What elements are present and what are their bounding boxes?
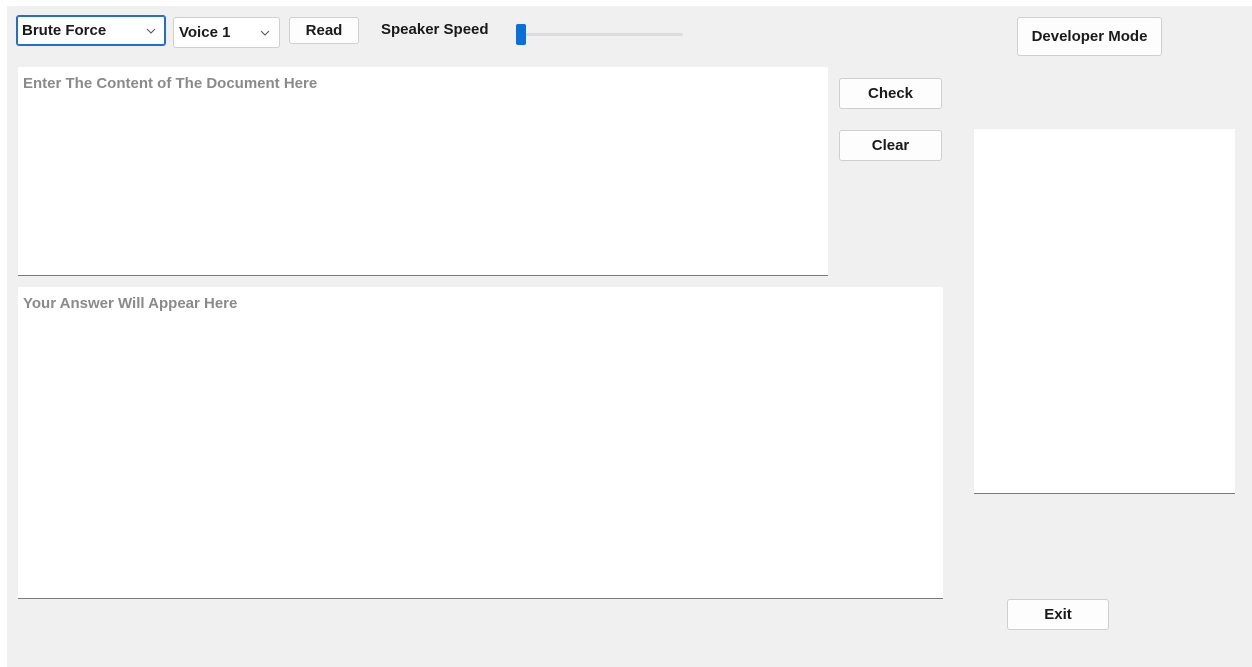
- app-window: Brute Force Voice 1 Read Speaker Speed D…: [7, 6, 1252, 667]
- side-output-panel: [974, 129, 1235, 494]
- answer-output: Your Answer Will Appear Here: [18, 287, 943, 599]
- voice-select-value: Voice 1: [179, 24, 231, 41]
- document-input[interactable]: Enter The Content of The Document Here: [18, 67, 828, 276]
- developer-mode-button[interactable]: Developer Mode: [1017, 17, 1162, 56]
- speaker-speed-label: Speaker Speed: [381, 21, 489, 38]
- chevron-down-icon: [143, 28, 159, 34]
- algorithm-select[interactable]: Brute Force: [16, 15, 166, 46]
- read-button[interactable]: Read: [289, 17, 359, 44]
- speaker-speed-slider[interactable]: [516, 24, 683, 45]
- algorithm-select-value: Brute Force: [22, 22, 107, 39]
- exit-button[interactable]: Exit: [1007, 599, 1109, 630]
- slider-thumb[interactable]: [516, 24, 526, 45]
- voice-select[interactable]: Voice 1: [173, 17, 280, 48]
- check-button[interactable]: Check: [839, 78, 942, 109]
- chevron-down-icon: [257, 30, 273, 36]
- slider-track: [516, 33, 683, 36]
- clear-button[interactable]: Clear: [839, 130, 942, 161]
